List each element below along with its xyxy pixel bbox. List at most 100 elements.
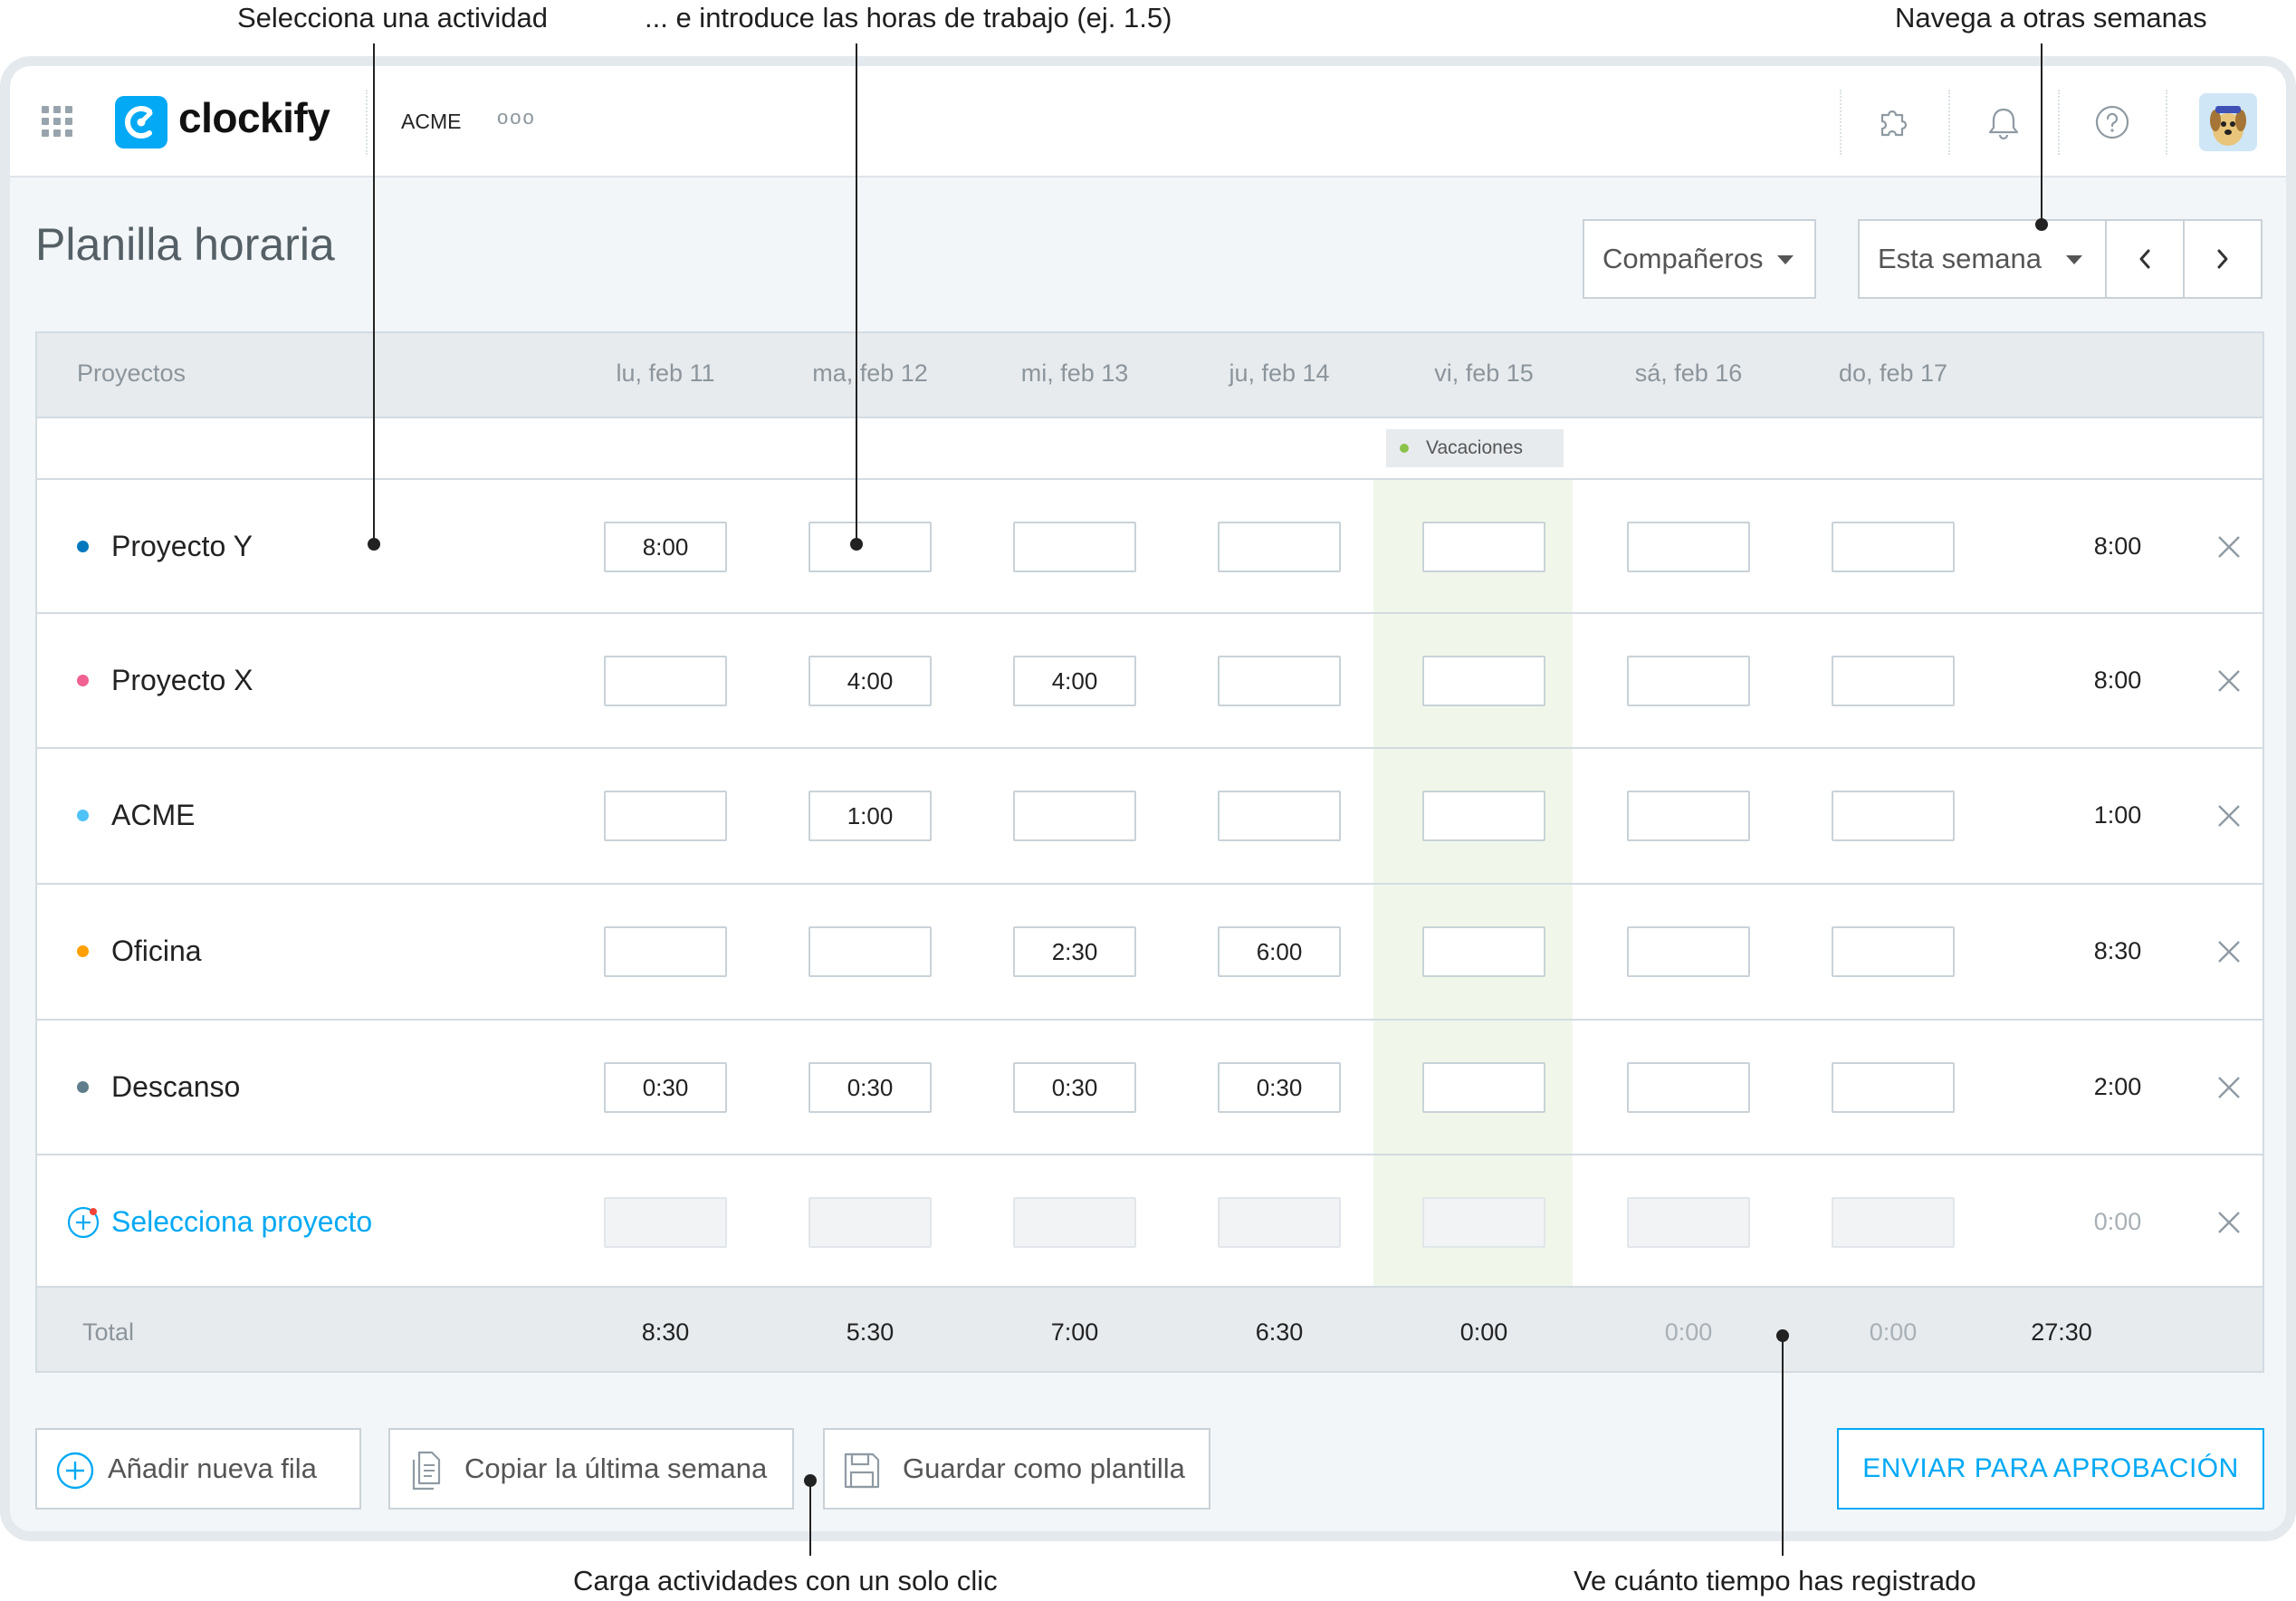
logo-text: clockify <box>178 94 330 141</box>
remove-row-icon[interactable] <box>2215 1073 2243 1102</box>
hours-input-disabled <box>1218 1197 1341 1248</box>
hours-input[interactable] <box>604 791 727 841</box>
copy-document-icon <box>412 1451 441 1491</box>
project-name[interactable]: Oficina <box>111 935 202 968</box>
annotation-one-click: Carga actividades con un solo clic <box>573 1565 998 1596</box>
remove-row-icon[interactable] <box>2215 937 2243 966</box>
project-color-dot <box>77 675 89 686</box>
hours-input[interactable] <box>1627 926 1750 977</box>
hours-input[interactable]: 8:00 <box>604 522 727 572</box>
hours-input[interactable] <box>1832 656 1955 706</box>
week-dropdown[interactable]: Esta semana <box>1858 219 2107 299</box>
next-week-button[interactable] <box>2183 219 2263 299</box>
annotation-select-activity: Selecciona una actividad <box>237 2 548 34</box>
project-name[interactable]: Descanso <box>111 1070 240 1104</box>
workspace-more-icon[interactable]: ooo <box>497 106 536 129</box>
puzzle-icon[interactable] <box>1873 102 1913 142</box>
hours-input[interactable] <box>808 926 932 977</box>
hours-input[interactable] <box>1422 656 1545 706</box>
hours-input[interactable] <box>1832 926 1955 977</box>
table-header: Proyectos lu, feb 11 ma, feb 12 mi, feb 13… <box>37 333 2263 418</box>
annotation-dot <box>1776 1329 1789 1342</box>
hours-input[interactable] <box>1832 522 1955 572</box>
hours-input[interactable] <box>1422 1062 1545 1113</box>
table-row: Proyecto X 4:00 4:00 8:00 <box>37 612 2263 748</box>
projects-column-header: Proyectos <box>77 360 187 387</box>
hours-input[interactable]: 0:30 <box>1218 1062 1341 1113</box>
plus-circle-icon <box>56 1452 94 1490</box>
table-row: Descanso 0:30 0:30 0:30 0:30 2:00 <box>37 1019 2263 1155</box>
timesheet-table: Proyectos lu, feb 11 ma, feb 12 mi, feb 13… <box>35 331 2264 1373</box>
chevron-right-icon <box>2217 249 2228 269</box>
apps-grid-icon[interactable] <box>42 106 72 137</box>
annotation-line <box>2041 43 2042 225</box>
prev-week-button[interactable] <box>2105 219 2185 299</box>
hours-input[interactable] <box>808 522 932 572</box>
hours-input[interactable]: 4:00 <box>1013 656 1136 706</box>
hours-input[interactable] <box>1218 522 1341 572</box>
remove-row-icon[interactable] <box>2215 1208 2243 1237</box>
day-total: 0:00 <box>1869 1318 1918 1346</box>
hours-input[interactable] <box>1013 791 1136 841</box>
select-project-link[interactable]: Selecciona proyecto <box>111 1205 372 1239</box>
hours-input[interactable] <box>1218 791 1341 841</box>
day-total: 8:30 <box>641 1318 690 1346</box>
hours-input[interactable]: 2:30 <box>1013 926 1136 977</box>
add-row-button[interactable]: Añadir nueva fila <box>35 1428 361 1510</box>
remove-row-icon[interactable] <box>2215 801 2243 830</box>
hours-input-disabled <box>1832 1197 1955 1248</box>
hours-input[interactable] <box>1627 656 1750 706</box>
day-total: 0:00 <box>1664 1318 1713 1346</box>
hours-input[interactable] <box>1627 791 1750 841</box>
project-color-dot <box>77 1081 89 1093</box>
caret-down-icon <box>2066 255 2082 264</box>
teammates-dropdown[interactable]: Compañeros <box>1583 219 1816 299</box>
hours-input-disabled <box>1013 1197 1136 1248</box>
hours-input[interactable]: 0:30 <box>808 1062 932 1113</box>
chevron-left-icon <box>2139 249 2150 269</box>
hours-input[interactable] <box>1218 656 1341 706</box>
hours-input[interactable]: 0:30 <box>1013 1062 1136 1113</box>
holiday-dot <box>1400 444 1409 453</box>
annotation-line <box>856 43 857 545</box>
hours-input[interactable] <box>1422 522 1545 572</box>
remove-row-icon[interactable] <box>2215 532 2243 561</box>
bell-icon[interactable] <box>1984 102 2023 142</box>
hours-input[interactable]: 1:00 <box>808 791 932 841</box>
avatar[interactable] <box>2199 93 2257 151</box>
hours-input[interactable] <box>604 926 727 977</box>
copy-last-week-button[interactable]: Copiar la última semana <box>388 1428 794 1510</box>
holiday-badge: Vacaciones <box>1386 429 1564 467</box>
project-name[interactable]: ACME <box>111 799 195 832</box>
table-row: Oficina 2:30 6:00 8:30 <box>37 883 2263 1019</box>
submit-for-approval-button[interactable]: ENVIAR PARA APROBACIÓN <box>1837 1428 2264 1510</box>
project-name[interactable]: Proyecto X <box>111 664 254 697</box>
hours-input[interactable]: 4:00 <box>808 656 932 706</box>
grand-total: 27:30 <box>2031 1318 2092 1346</box>
hours-input[interactable] <box>604 656 727 706</box>
project-name[interactable]: Proyecto Y <box>111 530 253 563</box>
day-total: 5:30 <box>846 1318 894 1346</box>
hours-input[interactable] <box>1627 1062 1750 1113</box>
help-icon[interactable] <box>2092 102 2132 142</box>
day-total: 7:00 <box>1050 1318 1099 1346</box>
hours-input[interactable]: 0:30 <box>604 1062 727 1113</box>
annotation-line <box>1782 1335 1784 1556</box>
hours-input[interactable]: 6:00 <box>1218 926 1341 977</box>
workspace-name[interactable]: ACME <box>401 110 461 134</box>
annotation-dot <box>368 538 380 551</box>
save-template-button[interactable]: Guardar como plantilla <box>823 1428 1210 1510</box>
remove-row-icon[interactable] <box>2215 666 2243 695</box>
day-total: 0:00 <box>1459 1318 1508 1346</box>
hours-input[interactable] <box>1422 791 1545 841</box>
hours-input[interactable] <box>1832 1062 1955 1113</box>
add-project-icon[interactable] <box>66 1205 100 1240</box>
hours-input[interactable] <box>1013 522 1136 572</box>
annotation-dot <box>850 538 863 551</box>
hours-input[interactable] <box>1422 926 1545 977</box>
row-total: 1:00 <box>2093 801 2142 829</box>
hours-input[interactable] <box>1832 791 1955 841</box>
hours-input[interactable] <box>1627 522 1750 572</box>
day-column-header: do, feb 17 <box>1838 360 1948 387</box>
row-total: 2:00 <box>2093 1073 2142 1100</box>
